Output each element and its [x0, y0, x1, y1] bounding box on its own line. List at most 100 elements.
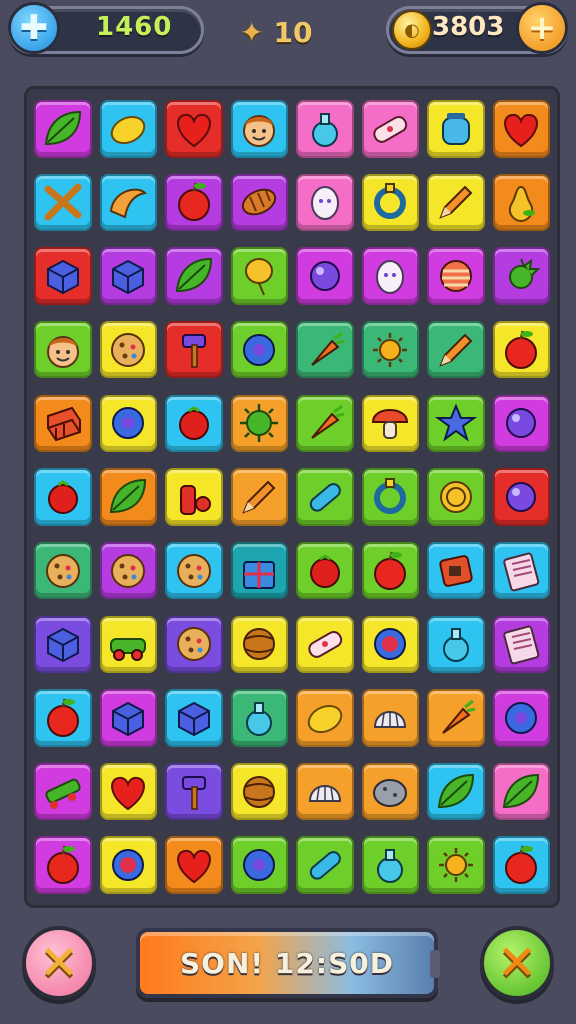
game-tile[interactable]	[99, 394, 157, 453]
game-tile[interactable]	[361, 468, 419, 526]
game-tile[interactable]	[427, 394, 485, 453]
game-tile[interactable]	[99, 689, 157, 747]
game-tile[interactable]	[230, 320, 288, 379]
game-tile[interactable]	[427, 836, 485, 894]
game-tile[interactable]	[165, 173, 223, 232]
game-tile[interactable]	[230, 100, 288, 158]
game-tile[interactable]	[427, 689, 485, 747]
game-tile[interactable]	[492, 320, 550, 379]
game-tile[interactable]	[165, 100, 223, 158]
game-tile[interactable]	[427, 541, 485, 600]
game-tile[interactable]	[165, 836, 223, 894]
game-tile[interactable]	[492, 836, 550, 894]
game-tile[interactable]	[427, 615, 485, 674]
capsule-icon	[309, 483, 341, 512]
gear-icon	[243, 333, 276, 366]
game-tile[interactable]	[99, 173, 157, 232]
cancel-button[interactable]: ✕	[22, 926, 96, 1000]
game-tile[interactable]	[99, 541, 157, 600]
potion-icon	[311, 112, 338, 147]
game-tile[interactable]	[427, 762, 485, 821]
confirm-button[interactable]: ✕	[480, 926, 554, 1000]
game-tile[interactable]	[296, 615, 354, 674]
game-tile[interactable]	[34, 762, 92, 821]
game-tile[interactable]	[230, 615, 288, 674]
game-tile[interactable]	[230, 762, 288, 821]
game-tile[interactable]	[34, 541, 92, 600]
game-tile[interactable]	[427, 100, 485, 158]
game-tile[interactable]	[296, 762, 354, 821]
game-tile[interactable]	[165, 689, 223, 747]
game-tile[interactable]	[361, 762, 419, 821]
game-tile[interactable]	[99, 615, 157, 674]
game-tile[interactable]	[296, 541, 354, 600]
game-tile[interactable]	[230, 173, 288, 232]
game-tile[interactable]	[230, 836, 288, 894]
game-tile[interactable]	[34, 689, 92, 747]
game-tile[interactable]	[165, 394, 223, 453]
game-tile[interactable]	[296, 173, 354, 232]
game-tile[interactable]	[99, 320, 157, 379]
game-tile[interactable]	[361, 836, 419, 894]
game-tile[interactable]	[230, 689, 288, 747]
game-tile[interactable]	[165, 320, 223, 379]
game-tile[interactable]	[34, 468, 92, 526]
game-tile[interactable]	[296, 836, 354, 894]
game-tile[interactable]	[165, 615, 223, 674]
game-tile[interactable]	[361, 173, 419, 232]
game-tile[interactable]	[427, 320, 485, 379]
add-score-button[interactable]: ✚	[8, 2, 60, 54]
game-tile[interactable]	[165, 762, 223, 821]
game-tile[interactable]	[427, 247, 485, 305]
leaf-icon	[44, 110, 81, 145]
game-tile[interactable]	[230, 394, 288, 453]
game-tile[interactable]	[34, 173, 92, 232]
game-tile[interactable]	[492, 468, 550, 526]
game-tile[interactable]	[361, 100, 419, 158]
game-tile[interactable]	[296, 320, 354, 379]
game-tile[interactable]	[165, 468, 223, 526]
game-tile[interactable]	[296, 247, 354, 305]
game-tile[interactable]	[296, 394, 354, 453]
game-tile[interactable]	[34, 836, 92, 894]
game-tile[interactable]	[492, 394, 550, 453]
game-tile[interactable]	[361, 247, 419, 305]
game-tile[interactable]	[165, 247, 223, 305]
game-tile[interactable]	[230, 541, 288, 600]
game-tile[interactable]	[427, 468, 485, 526]
game-tile[interactable]	[492, 247, 550, 305]
game-tile[interactable]	[230, 247, 288, 305]
game-tile[interactable]	[99, 247, 157, 305]
game-tile[interactable]	[34, 100, 92, 158]
game-tile[interactable]	[230, 468, 288, 526]
game-tile[interactable]	[34, 615, 92, 674]
game-tile[interactable]	[34, 247, 92, 305]
game-tile[interactable]	[34, 394, 92, 453]
game-tile[interactable]	[492, 541, 550, 600]
game-tile[interactable]	[99, 100, 157, 158]
game-tile[interactable]	[492, 100, 550, 158]
game-tile[interactable]	[361, 541, 419, 600]
game-tile[interactable]	[361, 615, 419, 674]
game-tile[interactable]	[427, 173, 485, 232]
game-tile[interactable]	[492, 762, 550, 821]
game-tile[interactable]	[165, 541, 223, 600]
game-tile[interactable]	[361, 320, 419, 379]
game-tile[interactable]	[99, 762, 157, 821]
game-tile[interactable]	[361, 394, 419, 453]
game-tile[interactable]	[492, 173, 550, 232]
add-coins-button[interactable]: +	[516, 2, 568, 54]
game-tile[interactable]	[99, 468, 157, 526]
heart-icon	[111, 776, 146, 810]
game-tile[interactable]	[361, 689, 419, 747]
berry-icon	[309, 553, 340, 588]
game-tile[interactable]	[296, 689, 354, 747]
game-tile[interactable]	[99, 836, 157, 894]
game-tile[interactable]	[296, 468, 354, 526]
potion-icon	[442, 628, 469, 663]
game-tile[interactable]	[492, 689, 550, 747]
game-tile[interactable]	[296, 100, 354, 158]
game-tile[interactable]	[34, 320, 92, 379]
game-tile[interactable]	[492, 615, 550, 674]
moves-counter: ✦ 10	[240, 14, 312, 50]
